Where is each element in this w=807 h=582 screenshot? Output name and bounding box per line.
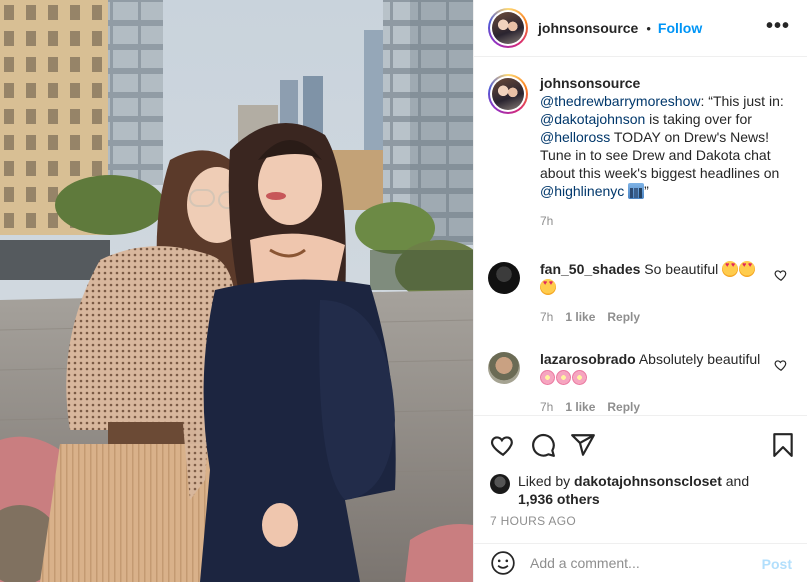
caption-timestamp[interactable]: 7h bbox=[540, 212, 798, 230]
post-button[interactable]: Post bbox=[762, 556, 792, 572]
bookmark-icon[interactable] bbox=[770, 432, 796, 458]
follow-button[interactable]: Follow bbox=[658, 20, 702, 36]
post-photo[interactable] bbox=[0, 0, 473, 582]
comment-timestamp[interactable]: 7h bbox=[540, 398, 553, 415]
comment-like-count[interactable]: 1 like bbox=[565, 398, 595, 415]
reply-button[interactable]: Reply bbox=[607, 308, 640, 326]
comment-text: So beautiful bbox=[644, 261, 719, 277]
cherry-blossom-emoji bbox=[572, 370, 587, 385]
mention-link[interactable]: @dakotajohnson bbox=[540, 111, 645, 127]
caption-username[interactable]: johnsonsource bbox=[540, 75, 640, 91]
mention-link[interactable]: @helloross bbox=[540, 129, 610, 145]
comment-username[interactable]: fan_50_shades bbox=[540, 261, 640, 277]
heart-eyes-emoji bbox=[739, 261, 756, 277]
cherry-blossom-emoji bbox=[540, 370, 555, 385]
liker-username[interactable]: dakotajohnsonscloset bbox=[574, 473, 722, 489]
add-comment-bar: Post bbox=[474, 543, 807, 582]
smiley-icon[interactable] bbox=[490, 550, 516, 576]
commenter-avatar[interactable] bbox=[488, 262, 520, 294]
caption: johnsonsource @thedrewbarrymoreshow: “Th… bbox=[488, 74, 798, 230]
likes-summary: Liked by dakotajohnsonscloset and 1,936 … bbox=[490, 472, 788, 508]
caption-fragment: is taking over for bbox=[645, 111, 752, 127]
comment-username[interactable]: lazarosobrado bbox=[540, 351, 636, 367]
add-comment-input[interactable] bbox=[530, 555, 750, 571]
comment-icon[interactable] bbox=[530, 432, 556, 458]
caption-text: johnsonsource @thedrewbarrymoreshow: “Th… bbox=[540, 74, 798, 200]
likes-joiner: and bbox=[725, 473, 750, 489]
comment-timestamp[interactable]: 7h bbox=[540, 308, 553, 326]
liker-avatar[interactable] bbox=[490, 474, 510, 494]
comments-list[interactable]: johnsonsource @thedrewbarrymoreshow: “Th… bbox=[474, 58, 807, 415]
post-timestamp[interactable]: 7 HOURS AGO bbox=[490, 514, 576, 528]
comment-like-heart-icon[interactable] bbox=[774, 268, 788, 282]
comment-like-count[interactable]: 1 like bbox=[565, 308, 595, 326]
caption-fragment: ” bbox=[644, 183, 649, 199]
caption-fragment: : “This just in: bbox=[700, 93, 784, 109]
likes-prefix: Liked by bbox=[518, 473, 571, 489]
heart-eyes-emoji bbox=[722, 261, 739, 277]
heart-eyes-emoji bbox=[540, 279, 556, 295]
photo-two-women-on-high-line bbox=[0, 0, 473, 582]
comment-item: fan_50_shades So beautiful 7h 1 like Rep… bbox=[488, 260, 798, 326]
post-header: johnsonsource • Follow ••• bbox=[474, 0, 807, 57]
reply-button[interactable]: Reply bbox=[607, 398, 640, 415]
more-horizontal-icon[interactable]: ••• bbox=[766, 16, 790, 36]
author-avatar[interactable] bbox=[488, 8, 528, 48]
cherry-blossom-emoji bbox=[556, 370, 571, 385]
mention-link[interactable]: @thedrewbarrymoreshow bbox=[540, 93, 701, 109]
heart-icon[interactable] bbox=[490, 432, 516, 458]
action-bar: Liked by dakotajohnsonscloset and 1,936 … bbox=[474, 415, 807, 543]
share-icon[interactable] bbox=[570, 432, 596, 458]
cityscape-emoji bbox=[628, 183, 645, 199]
comment-text: Absolutely beautiful bbox=[638, 351, 761, 367]
mention-link[interactable]: @highlinenyc bbox=[540, 183, 624, 199]
header-separator: • bbox=[646, 20, 651, 36]
caption-avatar[interactable] bbox=[488, 74, 528, 114]
post-details-panel: johnsonsource • Follow ••• johnsonsource… bbox=[473, 0, 807, 582]
likes-count[interactable]: 1,936 others bbox=[518, 491, 600, 507]
commenter-avatar[interactable] bbox=[488, 352, 520, 384]
comment-like-heart-icon[interactable] bbox=[774, 358, 788, 372]
author-username[interactable]: johnsonsource bbox=[538, 20, 638, 36]
comment-item: lazarosobrado Absolutely beautiful 7h 1 … bbox=[488, 350, 798, 415]
